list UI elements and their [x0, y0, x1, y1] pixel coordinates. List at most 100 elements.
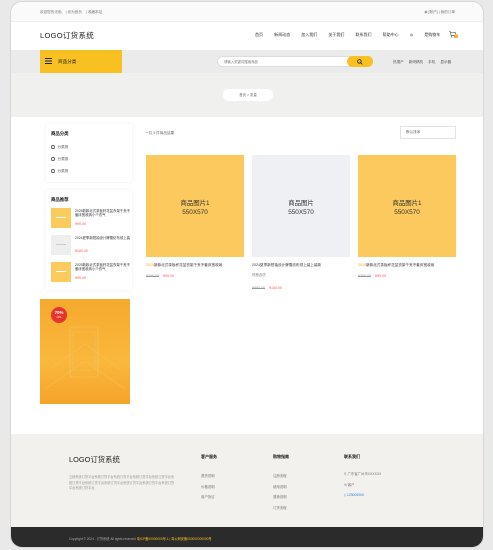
- radio-icon[interactable]: [51, 145, 55, 149]
- footer-phone[interactable]: ▯ 123000000: [344, 493, 364, 497]
- top-link-set-home[interactable]: 设为首页: [68, 10, 82, 14]
- hot-product-price: ¥99.00: [75, 222, 86, 226]
- hot-product-title[interactable]: 2025新款北式茶板杯花盆衣架千夹不套床宽收纳小个衣气: [75, 209, 132, 218]
- product-image-size: 550X570: [182, 209, 208, 216]
- nav-item-about[interactable]: 关于我们: [328, 32, 344, 38]
- copyright-prefix: Copyright © 2024 - 订货系统 All rights reser…: [69, 537, 136, 541]
- hot-keyword[interactable]: 显示器: [440, 60, 451, 64]
- product-prices: ¥980.00 ¥180.00: [252, 286, 282, 290]
- result-count: 一共 3 件商品结果: [145, 131, 175, 135]
- footer-address: ⚲ 广东省广州市XXXXXX: [344, 471, 381, 476]
- product-image-label: 商品图片1: [392, 200, 422, 207]
- sort-select[interactable]: 默认排序: [400, 126, 456, 139]
- footer-logo[interactable]: LOGO订货系统: [69, 454, 120, 465]
- search-button[interactable]: [347, 56, 373, 67]
- radio-icon[interactable]: [51, 157, 55, 161]
- product-card[interactable]: 商品图片1 550X570 2025新款北式茶板杯花盆衣架千夹不套床宽收纳 ¥3…: [146, 155, 244, 290]
- product-image-size: 550X570: [394, 209, 420, 216]
- footer-col-title: 联系我们: [344, 454, 360, 459]
- email-text: 客户: [347, 483, 355, 487]
- product-card[interactable]: 商品图片1 550X570 2025新款北式茶板杯花盆衣架千夹不套床宽收纳 ¥3…: [358, 155, 456, 290]
- product-title-text: 新款北式茶板杯花盆衣架千夹不套床宽收纳: [154, 263, 223, 267]
- hot-product-price: ¥180.00: [75, 249, 88, 253]
- nav-item-help[interactable]: 帮助中心: [383, 32, 399, 38]
- footer-link[interactable]: 用户协议: [201, 492, 217, 503]
- footer-description: 立销系统订货平台系统订货平台系统订货平台系统订货平台系统订货平台系统订货平台系统…: [69, 475, 175, 491]
- menu-icon: [45, 58, 52, 64]
- footer-col-title: 购物指南: [273, 454, 289, 459]
- account-links[interactable]: ◉ [账户] | 我的订单: [424, 10, 455, 15]
- category-option-label: 分类测: [57, 157, 69, 161]
- breadcrumb[interactable]: 首页 > 变量: [223, 89, 273, 101]
- product-title-text: 新款北式茶板杯花盆衣架千夹不套床宽收纳: [366, 263, 435, 267]
- nav-item-home[interactable]: 首页: [255, 32, 263, 38]
- product-image[interactable]: 商品图片1 550X570: [358, 155, 456, 257]
- cart-count-badge: 0: [454, 34, 458, 38]
- product-image-size: 550X570: [288, 209, 314, 216]
- category-menu-label: 商品分类: [58, 59, 77, 64]
- nav-item-join[interactable]: 加入我们: [301, 32, 317, 38]
- site-logo[interactable]: LOGO订货系统: [40, 30, 94, 41]
- product-card[interactable]: 商品图片 550X570 2024夏季新短袖设计牌雪纺布领上装上装款 规格选项 …: [252, 155, 350, 290]
- product-title[interactable]: 2025新款北式茶板杯花盆衣架千夹不套床宽收纳: [146, 263, 244, 268]
- product-prices: ¥380.00 ¥99.00: [358, 274, 386, 278]
- footer-link[interactable]: 退换说明: [273, 492, 289, 503]
- product-image-label: 商品图片1: [180, 200, 210, 207]
- product-spec: 规格选项: [252, 273, 266, 277]
- product-title[interactable]: 2025新款北式茶板杯花盆衣架千夹不套床宽收纳: [358, 263, 456, 268]
- account-label[interactable]: [账户] | 我的订单: [429, 10, 456, 14]
- footer-link[interactable]: 退货说明: [201, 471, 217, 482]
- cart-link[interactable]: ◎ 是购物车: [410, 32, 451, 38]
- address-text: 广东省广州市XXXXXX: [347, 472, 382, 476]
- hot-keywords: 热搜产 新研精机 手机 显示器: [393, 60, 455, 65]
- footer-col-title: 客户服务: [201, 454, 217, 459]
- hot-products-title: 商品推荐: [51, 197, 69, 202]
- promo-banner[interactable]: 70% OFF: [40, 299, 130, 404]
- product-image[interactable]: 商品图片1 550X570: [146, 155, 244, 257]
- hot-product-item[interactable]: 2025新款北式茶板杯花盆衣架千夹不套床宽收纳小个衣气 ¥99.00: [51, 208, 131, 230]
- footer-link[interactable]: 订货流程: [273, 503, 289, 514]
- hot-product-thumbnail[interactable]: [51, 208, 71, 228]
- original-price: ¥380.00: [358, 274, 371, 278]
- top-link-bookmark[interactable]: 收藏本站: [88, 10, 102, 14]
- product-title[interactable]: 2024夏季新短袖设计牌雪纺布领上装上装款: [252, 263, 350, 268]
- hot-keyword[interactable]: 热搜产: [393, 60, 404, 64]
- category-menu-button[interactable]: 商品分类: [40, 50, 122, 73]
- nav-item-contact[interactable]: 联系我们: [356, 32, 372, 38]
- site-header: LOGO订货系统 首页 新闻动态 加入我们 关于我们 联系我们 帮助中心 ◎ 是…: [11, 22, 483, 50]
- category-option-label: 分类测: [57, 169, 69, 173]
- sale-price: ¥99.00: [163, 274, 174, 278]
- product-year: 2025: [146, 263, 154, 267]
- footer-link[interactable]: 使用说明: [273, 482, 289, 493]
- hot-product-thumbnail[interactable]: [51, 235, 71, 255]
- copyright-bar: Copyright © 2024 - 订货系统 All rights reser…: [11, 527, 483, 547]
- product-image[interactable]: 商品图片 550X570: [252, 155, 350, 257]
- hot-product-title[interactable]: 2025新款北式茶板杯花盆衣架千夹不套床宽收纳小个衣气: [75, 263, 132, 272]
- footer-link[interactable]: 价格说明: [201, 482, 217, 493]
- hot-product-thumbnail[interactable]: [51, 262, 71, 282]
- hot-keyword[interactable]: 手机: [428, 60, 435, 64]
- nav-item-news[interactable]: 新闻动态: [274, 32, 290, 38]
- category-option[interactable]: 分类测: [51, 169, 68, 174]
- hot-product-title[interactable]: 2024夏季新短袖设计牌雪纺布领上装: [75, 236, 132, 240]
- sale-price: ¥99.00: [375, 274, 386, 278]
- cart-label[interactable]: 是购物车: [424, 32, 440, 38]
- icp-record[interactable]: 粤ICP备00000000号-1 | 粤公网安备000000000000号: [137, 537, 212, 541]
- category-option-label: 分类测: [57, 145, 69, 149]
- category-option[interactable]: 分类测: [51, 157, 68, 162]
- category-filter-box: 商品分类 分类测 分类测 分类测: [46, 124, 132, 182]
- category-option[interactable]: 分类测: [51, 145, 68, 150]
- footer-col-contact: 联系我们: [344, 454, 360, 471]
- footer-link[interactable]: 注册流程: [273, 471, 289, 482]
- radio-icon[interactable]: [51, 169, 55, 173]
- phone-text[interactable]: 123000000: [347, 493, 364, 497]
- top-link-welcome: 欢迎您的光临: [40, 10, 62, 14]
- hot-product-item[interactable]: 2025新款北式茶板杯花盆衣架千夹不套床宽收纳小个衣气 ¥99.00: [51, 262, 131, 284]
- hot-product-item[interactable]: 2024夏季新短袖设计牌雪纺布领上装 ¥180.00: [51, 235, 131, 257]
- search-box: [217, 56, 373, 67]
- browser-frame: 欢迎您的光临 | 设为首页 | 收藏本站 ◉ [账户] | 我的订单 LOGO订货系…: [10, 1, 484, 548]
- category-bar: 商品分类 热搜产 新研精机 手机 显示器: [11, 50, 483, 73]
- hot-keyword[interactable]: 新研精机: [409, 60, 423, 64]
- search-input[interactable]: [224, 59, 344, 65]
- footer-col-service: 客户服务 退货说明 价格说明 用户协议: [201, 454, 217, 503]
